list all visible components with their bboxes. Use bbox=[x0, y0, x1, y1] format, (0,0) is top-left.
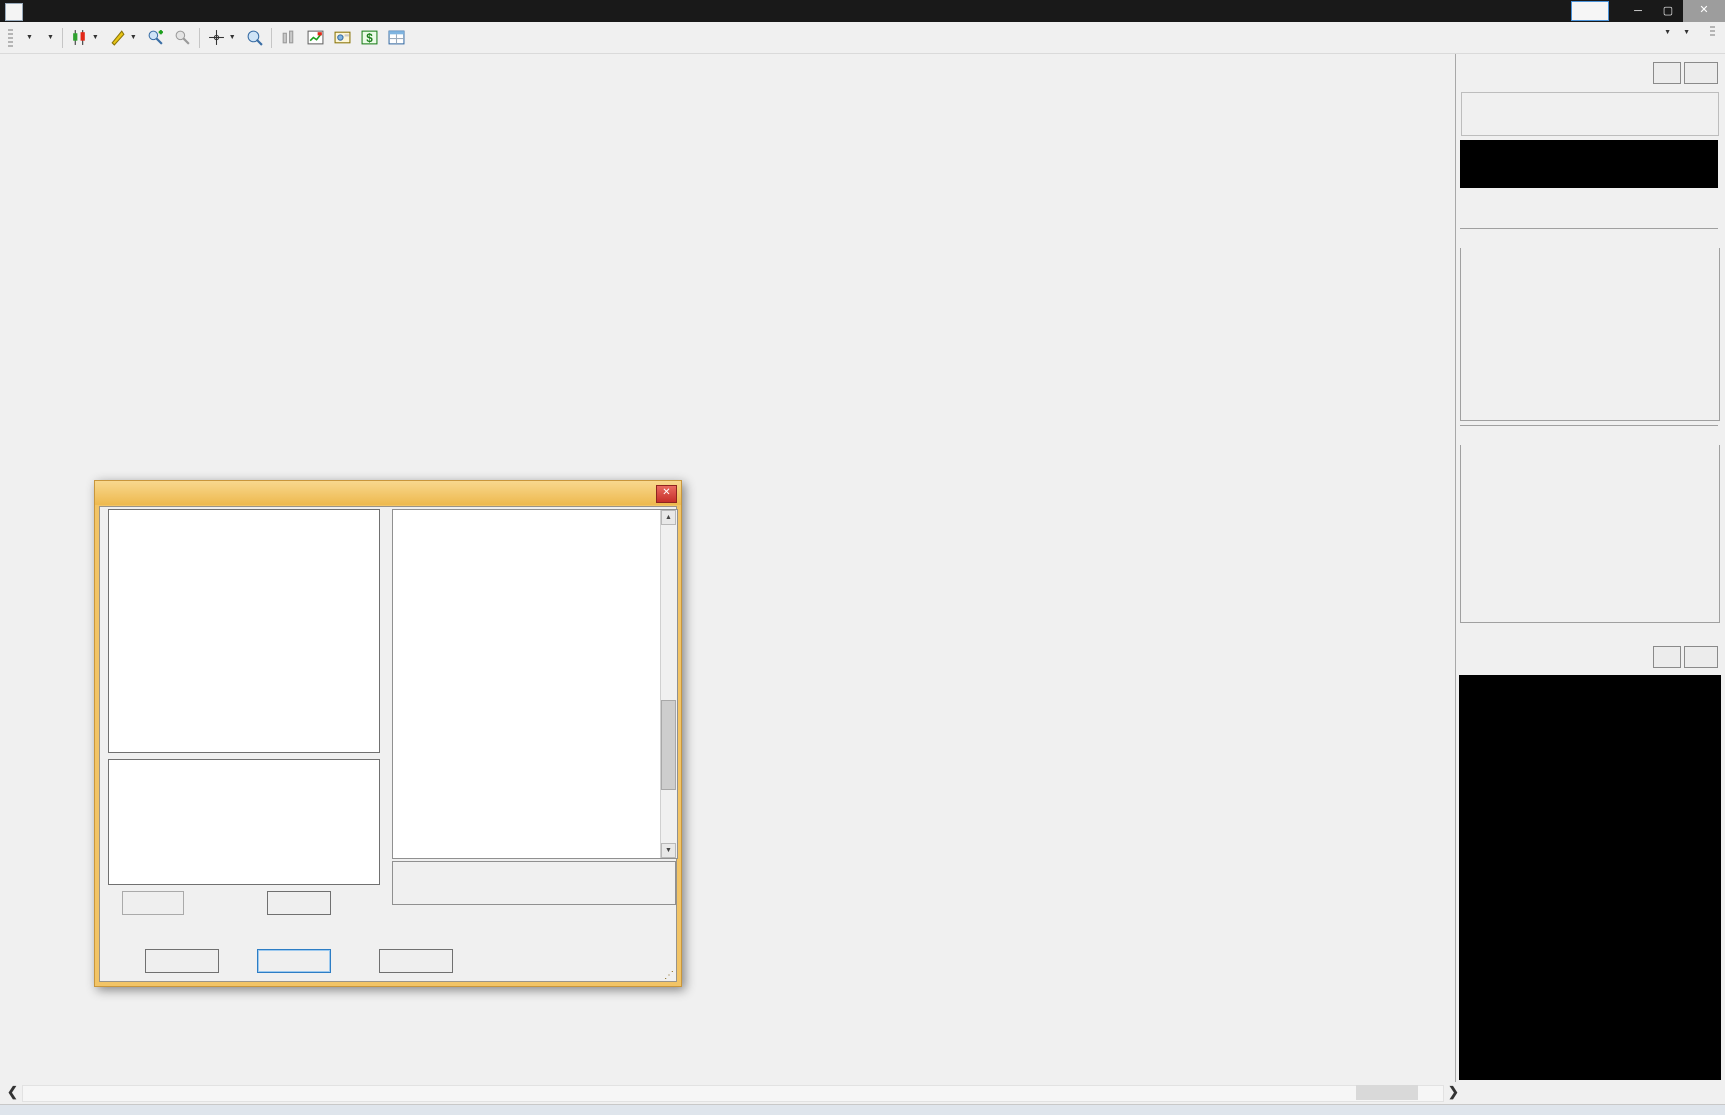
zoom-out-button[interactable] bbox=[169, 26, 196, 50]
panel-back-button[interactable] bbox=[1653, 646, 1681, 668]
remove-button[interactable] bbox=[267, 891, 331, 915]
panel-back-button[interactable] bbox=[1653, 62, 1681, 84]
panel-ok-button[interactable] bbox=[1684, 62, 1718, 84]
ninjatrader-window: ─ ▢ ✕ ▼ ▼ ▼ ▼ ▼ $ ▼ ▼ bbox=[0, 0, 1725, 1115]
chart-trader-button[interactable] bbox=[302, 26, 329, 50]
easy-trader-label bbox=[410, 26, 420, 50]
trade-info-panel bbox=[1459, 675, 1721, 1080]
chevron-down-icon[interactable]: ▼ bbox=[1683, 29, 1690, 36]
close-button[interactable]: ✕ bbox=[1683, 0, 1725, 22]
bars-button[interactable] bbox=[275, 26, 302, 50]
chevron-down-icon[interactable]: ▼ bbox=[1664, 29, 1671, 36]
chart-toolbar: ▼ ▼ ▼ ▼ ▼ $ bbox=[0, 22, 1725, 54]
title-bar: ─ ▢ ✕ bbox=[0, 0, 1725, 22]
property-description bbox=[392, 861, 676, 905]
scroll-up-icon[interactable]: ▲ bbox=[661, 510, 676, 525]
scroll-right-icon[interactable]: ❯ bbox=[1448, 1084, 1459, 1100]
maximize-button[interactable]: ▢ bbox=[1653, 1, 1683, 21]
position-display bbox=[1460, 140, 1718, 188]
panel-ok-button[interactable] bbox=[1684, 646, 1718, 668]
zoom-in-button[interactable] bbox=[142, 26, 169, 50]
app-icon bbox=[5, 3, 23, 21]
strategies-dialog: ✕ ▲ ▼ ⋰ bbox=[94, 480, 682, 987]
instrument-dropdown[interactable]: ▼ bbox=[17, 26, 38, 50]
drawing-tools-button[interactable]: ▼ bbox=[104, 26, 142, 50]
grid-button[interactable] bbox=[383, 26, 410, 50]
status-bar: ❮ ❯ bbox=[0, 1082, 1725, 1104]
chevron-down-icon: ▼ bbox=[47, 34, 54, 41]
scroll-down-icon[interactable]: ▼ bbox=[661, 843, 676, 858]
property-grid-scrollbar[interactable]: ▲ ▼ bbox=[660, 510, 677, 858]
dialog-title bbox=[95, 481, 681, 505]
strategy-groupbox bbox=[1461, 92, 1719, 136]
ok-button[interactable] bbox=[145, 949, 219, 973]
interval-dropdown[interactable]: ▼ bbox=[38, 26, 59, 50]
snapshot-button[interactable] bbox=[329, 26, 356, 50]
chevron-down-icon: ▼ bbox=[92, 34, 99, 41]
configured-strategy-list[interactable] bbox=[108, 759, 380, 885]
close-dialog-button[interactable] bbox=[379, 949, 453, 973]
horizontal-scrollbar[interactable] bbox=[22, 1085, 1444, 1102]
toolbar-grip[interactable] bbox=[8, 29, 13, 47]
chevron-down-icon: ▼ bbox=[26, 34, 33, 41]
dialog-close-icon[interactable]: ✕ bbox=[656, 485, 677, 503]
svg-text:$: $ bbox=[366, 32, 373, 45]
apply-button[interactable] bbox=[257, 949, 331, 973]
chevron-down-icon: ▼ bbox=[130, 34, 137, 41]
window-edge bbox=[0, 1104, 1725, 1115]
link-button[interactable] bbox=[1571, 1, 1609, 21]
property-grid[interactable]: ▲ ▼ bbox=[392, 509, 678, 859]
account-button[interactable]: $ bbox=[356, 26, 383, 50]
crosshair-button[interactable]: ▼ bbox=[203, 26, 241, 50]
strategy-list[interactable] bbox=[108, 509, 380, 753]
data-box-button[interactable] bbox=[241, 26, 268, 50]
chevron-down-icon: ▼ bbox=[229, 34, 236, 41]
new-button[interactable] bbox=[122, 891, 184, 915]
resize-grip[interactable]: ⋰ bbox=[664, 970, 674, 981]
toolbar-grip bbox=[1710, 26, 1715, 38]
order-panel bbox=[1455, 54, 1725, 1085]
scroll-left-icon[interactable]: ❮ bbox=[7, 1084, 18, 1100]
minimize-button[interactable]: ─ bbox=[1623, 1, 1653, 21]
chart-style-button[interactable]: ▼ bbox=[66, 26, 104, 50]
scrollbar-thumb[interactable] bbox=[1356, 1085, 1418, 1100]
